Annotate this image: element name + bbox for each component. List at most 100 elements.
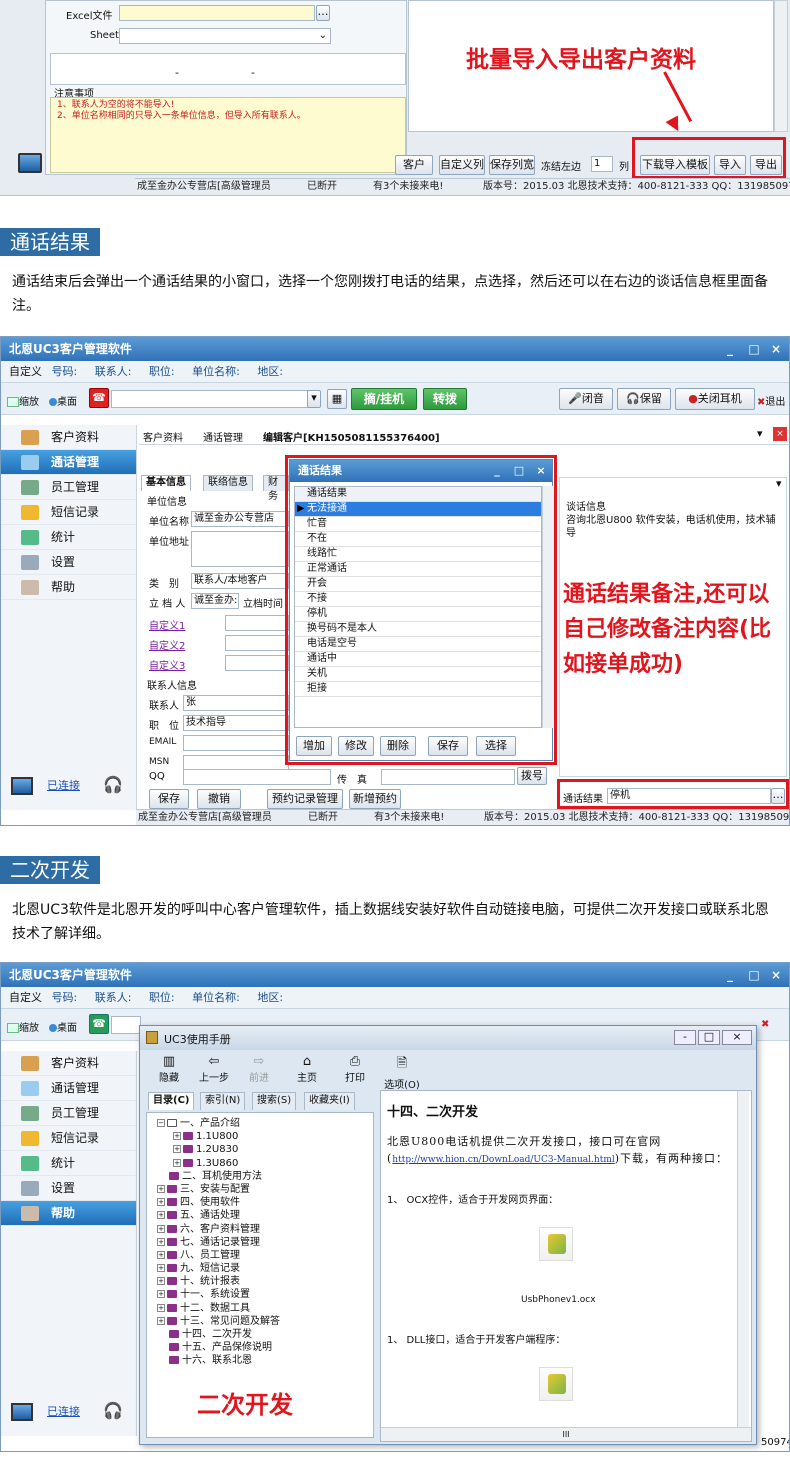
help-maximize-icon[interactable]: □	[698, 1030, 720, 1045]
sidebar-item-settings[interactable]: 设置	[1, 1176, 136, 1201]
phone-icon[interactable]: ☎	[89, 1014, 109, 1034]
save-button[interactable]: 保存	[149, 789, 189, 809]
list-item[interactable]: 停机	[295, 607, 541, 622]
creator-field[interactable]: 诚至金办:	[191, 593, 239, 609]
talk-info-text[interactable]: 咨询北恩U800 软件安装，电话机使用，技术辅导	[566, 514, 782, 540]
menu-contact[interactable]: 联系人:	[95, 991, 132, 1004]
number-dropdown-button[interactable]: ▾	[307, 390, 321, 408]
sidebar-item-staff[interactable]: 员工管理	[1, 1101, 136, 1126]
sidebar-item-customers[interactable]: 客户资料	[1, 425, 136, 450]
customer-button[interactable]: 客户	[395, 155, 433, 175]
maximize-icon[interactable]: □	[743, 337, 765, 361]
custom1-link[interactable]: 自定义1	[149, 617, 185, 632]
list-item[interactable]: 忙音	[295, 517, 541, 532]
import-button[interactable]: 导入	[714, 155, 746, 175]
menu-position[interactable]: 职位:	[149, 365, 175, 378]
hold-button[interactable]: 🎧保留	[617, 388, 671, 410]
dialog-close-icon[interactable]: ×	[530, 460, 552, 482]
tree-item[interactable]: + 七、通话记录管理	[157, 1236, 373, 1249]
tree-item[interactable]: + 八、员工管理	[157, 1249, 373, 1262]
menu-number[interactable]: 号码:	[52, 365, 78, 378]
category-field[interactable]: 联系人/本地客户	[191, 573, 289, 589]
tree-item[interactable]: + 五、通话处理	[157, 1209, 373, 1222]
content-hscrollbar[interactable]: III	[381, 1427, 751, 1441]
tree-item[interactable]: 十五、产品保修说明	[157, 1341, 373, 1354]
custom2-link[interactable]: 自定义2	[149, 637, 185, 652]
custom1-field[interactable]	[225, 615, 289, 631]
tree-item[interactable]: + 十一、系统设置	[157, 1288, 373, 1301]
tree-item[interactable]: + 十二、数据工具	[157, 1302, 373, 1315]
options-button[interactable]: 🗎 选项(O)	[382, 1054, 422, 1091]
maximize-icon[interactable]: □	[743, 963, 765, 987]
tab-favorites[interactable]: 收藏夹(I)	[304, 1092, 355, 1110]
sidebar-item-calls[interactable]: 通话管理	[1, 450, 136, 475]
content-scrollbar[interactable]	[737, 1091, 749, 1427]
list-item[interactable]: 拒接	[295, 682, 541, 697]
tab-close-icon[interactable]: ×	[773, 427, 787, 441]
tree-item[interactable]: + 九、短信记录	[157, 1262, 373, 1275]
tab-customers[interactable]: 客户资料	[143, 429, 183, 444]
tree-item[interactable]: + 十、统计报表	[157, 1275, 373, 1288]
delete-button[interactable]: 删除	[380, 736, 416, 756]
right-scrollbar[interactable]	[774, 0, 788, 132]
list-item[interactable]: 不在	[295, 532, 541, 547]
dialog-scrollbar[interactable]	[542, 486, 554, 728]
list-item[interactable]: 电话是空号	[295, 637, 541, 652]
hangup-button[interactable]: 摘/挂机	[351, 388, 417, 410]
sidebar-item-sms[interactable]: 短信记录	[1, 1126, 136, 1151]
list-item[interactable]: 换号码不是本人	[295, 622, 541, 637]
help-close-icon[interactable]: ×	[722, 1030, 752, 1045]
close-icon[interactable]: ×	[765, 963, 787, 987]
sidebar-item-stats[interactable]: 统计	[1, 525, 136, 550]
menu-custom[interactable]: 自定义	[9, 991, 42, 1004]
desktop-toggle[interactable]: 桌面	[49, 393, 77, 408]
browse-button[interactable]: …	[316, 5, 330, 21]
save-column-width-button[interactable]: 保存列宽	[489, 155, 535, 175]
menu-region[interactable]: 地区:	[257, 365, 283, 378]
minimize-icon[interactable]: _	[719, 963, 741, 987]
contact-field[interactable]: 张	[183, 695, 289, 711]
tree-item[interactable]: +1.3U860	[157, 1157, 373, 1170]
close-icon[interactable]: ×	[765, 337, 787, 361]
forward-button[interactable]: ⇨ 前进	[244, 1054, 274, 1084]
dialog-minimize-icon[interactable]: _	[486, 460, 508, 482]
add-button[interactable]: 增加	[296, 736, 332, 756]
list-item[interactable]: 正常通话	[295, 562, 541, 577]
custom-column-button[interactable]: 自定义列	[439, 155, 485, 175]
help-minimize-icon[interactable]: -	[674, 1030, 696, 1045]
tab-edit-customer[interactable]: 编辑客户[KH1505081155376400]	[263, 429, 440, 444]
transfer-button[interactable]: 转拨	[423, 388, 467, 410]
tree-item[interactable]: +1.2U830	[157, 1143, 373, 1156]
sidebar-item-staff[interactable]: 员工管理	[1, 475, 136, 500]
result-browse-button[interactable]: …	[771, 788, 785, 804]
sidebar-item-settings[interactable]: 设置	[1, 550, 136, 575]
hide-button[interactable]: ▥ 隐藏	[154, 1054, 184, 1084]
tree-item[interactable]: 十六、联系北恩	[157, 1354, 373, 1367]
exit-icon[interactable]: ✖	[761, 1019, 769, 1030]
sidebar-item-help[interactable]: 帮助	[1, 575, 136, 600]
select-button[interactable]: 选择	[476, 736, 516, 756]
shrink-toggle[interactable]: 缩放	[7, 393, 39, 408]
cancel-button[interactable]: 撤销	[197, 789, 241, 809]
shrink-toggle[interactable]: 缩放	[7, 1019, 39, 1034]
menu-region[interactable]: 地区:	[257, 991, 283, 1004]
tree-item[interactable]: 二、耳机使用方法	[157, 1170, 373, 1183]
qq-field[interactable]	[183, 769, 331, 785]
back-button[interactable]: ⇦ 上一步	[196, 1054, 232, 1084]
subtab-basic[interactable]: 基本信息	[141, 475, 191, 491]
custom3-link[interactable]: 自定义3	[149, 657, 185, 672]
tree-item[interactable]: + 十三、常见问题及解答	[157, 1315, 373, 1328]
dial-number-input[interactable]	[111, 1016, 141, 1034]
sidebar-item-sms[interactable]: 短信记录	[1, 500, 136, 525]
unit-address-field[interactable]	[191, 531, 289, 567]
keypad-icon[interactable]: ▦	[327, 389, 347, 409]
download-template-button[interactable]: 下载导入模板	[640, 155, 710, 175]
custom2-field[interactable]	[225, 635, 289, 651]
sidebar-item-calls[interactable]: 通话管理	[1, 1076, 136, 1101]
phone-icon[interactable]: ☎	[89, 388, 109, 408]
export-button[interactable]: 导出	[750, 155, 782, 175]
tab-index[interactable]: 索引(N)	[200, 1092, 246, 1110]
tree-item[interactable]: + 六、客户资料管理	[157, 1223, 373, 1236]
tree-item[interactable]: +1.1U800	[157, 1130, 373, 1143]
result-field[interactable]: 停机	[607, 788, 771, 804]
